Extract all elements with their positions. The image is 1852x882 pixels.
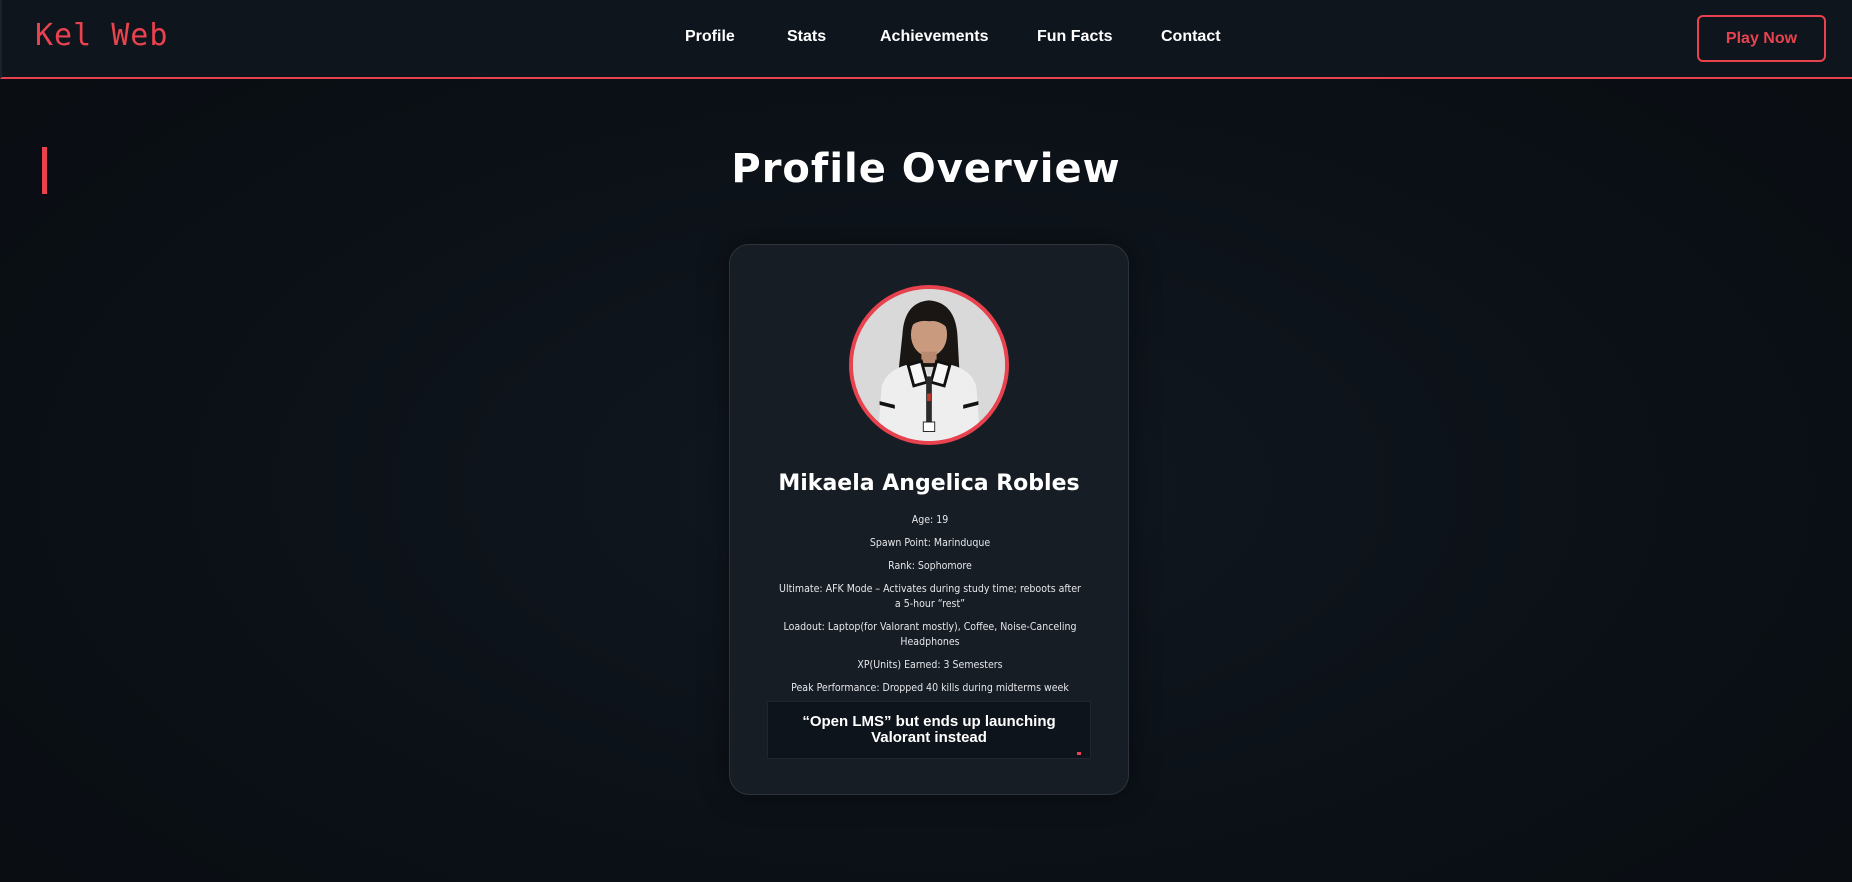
profile-details: Age: 19 Spawn Point: Marinduque Rank: So… [778,513,1082,704]
quote-box: “Open LMS” but ends up launching Valoran… [767,701,1091,759]
profile-card: Mikaela Angelica Robles Age: 19 Spawn Po… [729,244,1129,795]
nav-links: Profile Stats Achievements Fun Facts Con… [2,28,1852,52]
detail-xp: XP(Units) Earned: 3 Semesters [857,659,1003,671]
quote-cursor-mark [1077,752,1081,755]
play-now-button[interactable]: Play Now [1697,15,1826,62]
detail-ultimate: Ultimate: AFK Mode – Activates during st… [779,583,1081,610]
avatar-portrait-image [853,289,1005,441]
nav-link-profile[interactable]: Profile [685,28,735,46]
section-title: Profile Overview [731,146,1121,192]
quote-text: “Open LMS” but ends up launching Valoran… [802,713,1056,746]
detail-peak-performance: Peak Performance: Dropped 40 kills durin… [791,682,1069,694]
detail-rank: Rank: Sophomore [888,560,972,572]
nav-link-contact[interactable]: Contact [1161,28,1221,46]
detail-age: Age: 19 [911,514,949,526]
detail-loadout: Loadout: Laptop(for Valorant mostly), Co… [783,621,1077,648]
profile-name: Mikaela Angelica Robles [778,471,1080,496]
navbar: Kel Web Profile Stats Achievements Fun F… [0,0,1852,79]
page: Kel Web Profile Stats Achievements Fun F… [0,0,1852,882]
nav-link-achievements[interactable]: Achievements [880,28,989,46]
nav-link-fun-facts[interactable]: Fun Facts [1037,28,1113,46]
nav-link-stats[interactable]: Stats [787,28,826,46]
avatar [849,285,1009,445]
detail-spawn-point: Spawn Point: Marinduque [869,537,991,549]
